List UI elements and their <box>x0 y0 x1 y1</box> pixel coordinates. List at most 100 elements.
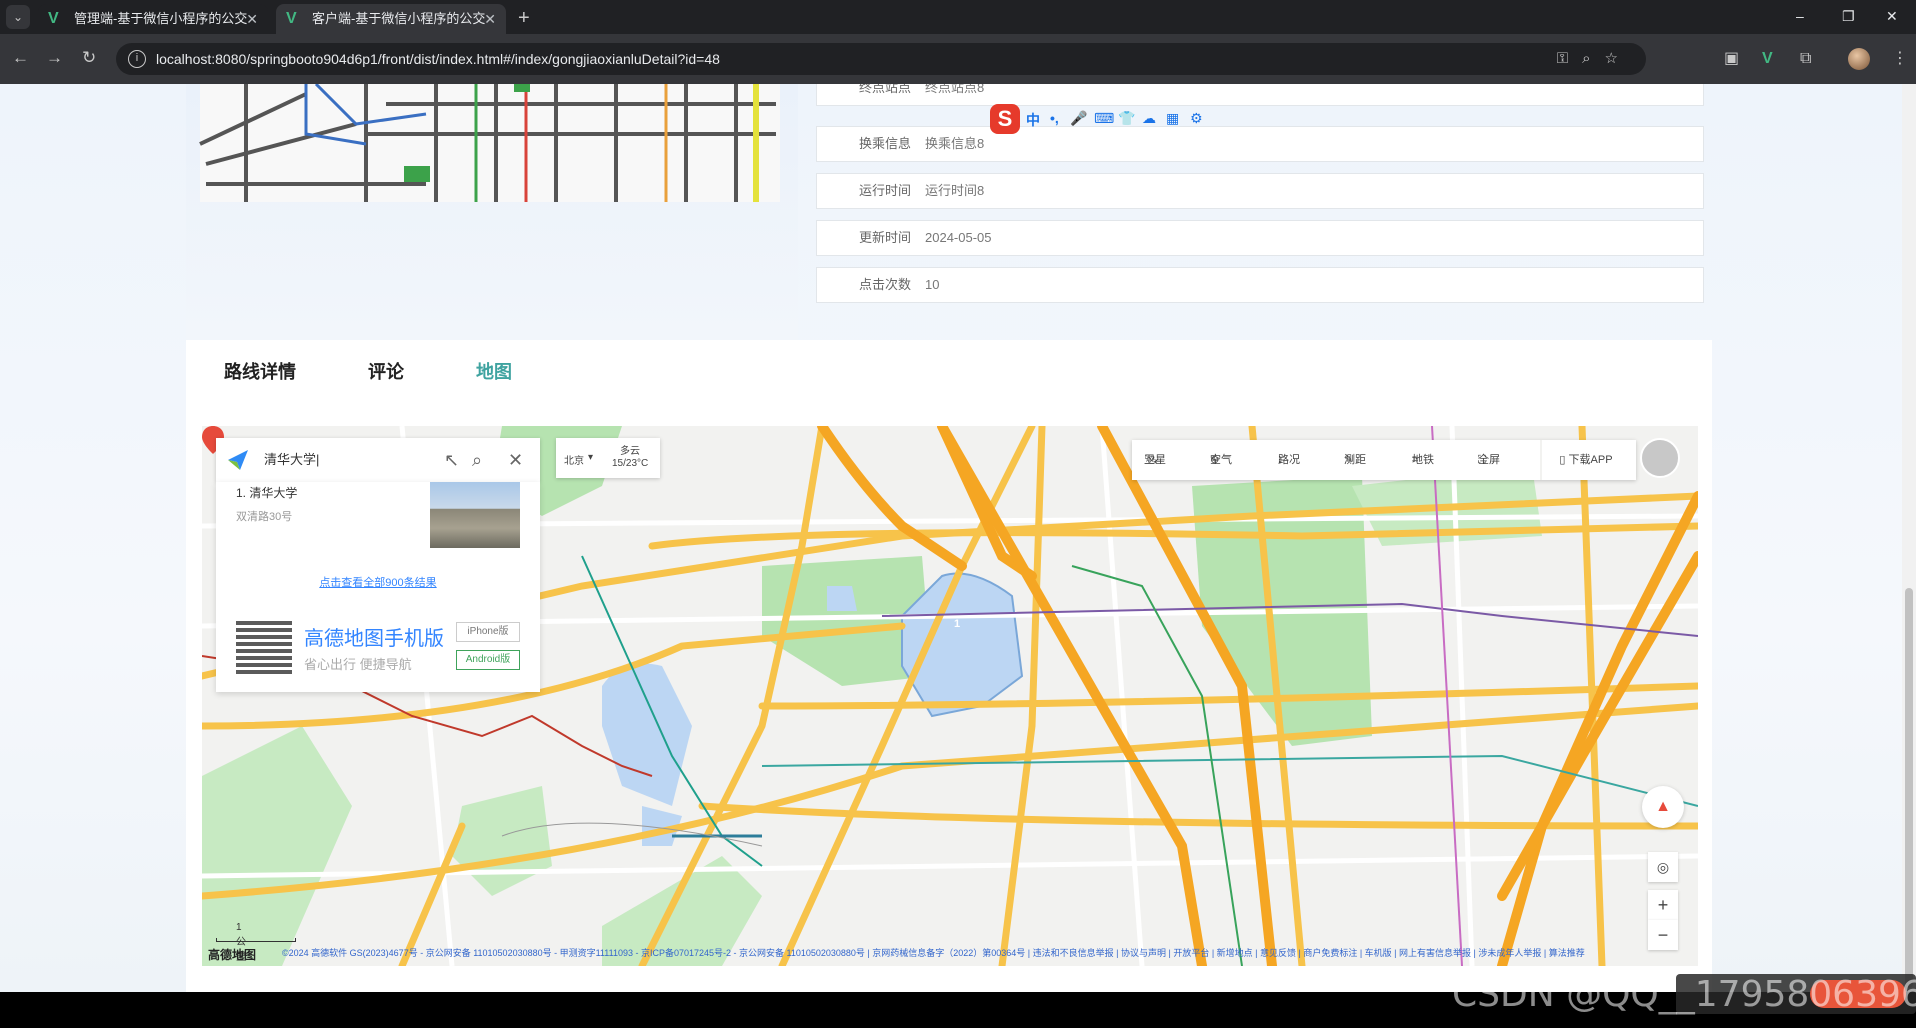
ime-settings-icon[interactable]: ⚙ <box>1190 110 1203 127</box>
phone-icon: ▯ <box>1559 454 1566 466</box>
puzzle-icon[interactable]: ⧉ <box>1800 46 1811 72</box>
tool-label: 全屏 <box>1478 454 1500 466</box>
field-label: 终点站点 <box>858 84 911 95</box>
vue-icon: V <box>48 10 59 27</box>
tabs-panel: 路线详情 评论 地图 1 清华大学| ↖ ⌕ ✕ 1. 清华大学 双清路30号 … <box>186 340 1712 992</box>
android-download-button[interactable]: Android版 <box>456 650 520 670</box>
cursor-icon: ↖ <box>444 450 460 470</box>
browser-tab-client[interactable]: V 客户端-基于微信小程序的公交 ✕ <box>276 4 506 34</box>
ime-skin-icon[interactable]: 👕 <box>1118 110 1135 127</box>
profile-avatar[interactable] <box>1848 48 1870 70</box>
browser-tab-admin[interactable]: V 管理端-基于微信小程序的公交 ✕ <box>38 4 268 34</box>
ime-keyboard-icon[interactable]: ⌨ <box>1094 110 1114 127</box>
info-row-runtime: 运行时间 运行时间8 <box>816 173 1704 209</box>
more-results-link[interactable]: 点击查看全部900条结果 <box>216 574 540 590</box>
info-row-terminal: 终点站点 终点站点8 <box>816 84 1704 106</box>
tool-label: 路况 <box>1278 454 1300 466</box>
sogou-logo-icon[interactable]: S <box>990 104 1020 134</box>
field-value: 终点站点8 <box>925 84 985 95</box>
forward-arrow-icon[interactable]: → <box>46 47 63 69</box>
page-viewport: 终点站点 终点站点8 换乘信息 换乘信息8 运行时间 运行时间8 更新时间 20… <box>0 84 1916 992</box>
weather-widget[interactable]: 北京 ▾ 多云 15/23°C <box>556 438 660 478</box>
back-arrow-icon[interactable]: ← <box>12 47 29 69</box>
marker-label: 1 <box>953 618 961 630</box>
amap-logo-icon <box>228 450 248 470</box>
user-avatar-icon[interactable] <box>1640 438 1680 478</box>
download-app-label: 下载APP <box>1568 454 1613 466</box>
info-row-transfer: 换乘信息 换乘信息8 <box>816 126 1704 162</box>
app-promo-slogan: 省心出行 便捷导航 <box>304 657 412 672</box>
zoom-icon[interactable]: ⌕ <box>1582 50 1604 67</box>
result-photo[interactable] <box>430 482 520 548</box>
tool-label: 地铁 <box>1412 454 1434 466</box>
tab-search-icon[interactable]: ⌄ <box>6 5 30 29</box>
weather-condition: 多云 <box>620 446 640 457</box>
compass-icon[interactable]: ▲ <box>1642 786 1684 828</box>
field-label: 运行时间 <box>858 183 911 198</box>
zoom-in-button[interactable]: + <box>1648 890 1678 920</box>
csdn-watermark: CSDN @QQ__1795806396 <box>1452 974 1916 1015</box>
vue-devtools-icon[interactable]: V <box>1762 46 1773 72</box>
map-search-box[interactable]: 清华大学| ↖ ⌕ ✕ <box>216 438 540 482</box>
amap-container[interactable]: 1 清华大学| ↖ ⌕ ✕ 1. 清华大学 双清路30号 点击查看全部900条结… <box>202 426 1698 966</box>
qr-code-icon <box>236 618 292 674</box>
search-icon[interactable]: ⌕ <box>472 438 482 482</box>
info-row-clicks: 点击次数 10 <box>816 267 1704 303</box>
new-tab-button[interactable]: + <box>518 4 530 32</box>
city-selector[interactable]: 北京 <box>564 452 584 467</box>
minimize-button[interactable]: – <box>1796 4 1804 28</box>
field-value: 10 <box>925 277 940 292</box>
ime-toolbar[interactable]: S 中 •, 🎤 ⌨ 👕 ☁ ▦ ⚙ <box>990 104 1220 134</box>
star-icon[interactable]: ☆ <box>1605 50 1632 67</box>
info-row-updated: 更新时间 2024-05-05 <box>816 220 1704 256</box>
extension-icon[interactable]: ▣ <box>1724 46 1739 72</box>
field-label: 点击次数 <box>858 277 911 292</box>
tool-label: 卫星 <box>1144 454 1166 466</box>
copyright-text[interactable]: ©2024 高德软件 GS(2023)4677号 - 京公网安备 1101050… <box>282 946 1585 959</box>
ime-cloud-icon[interactable]: ☁ <box>1142 110 1156 127</box>
close-icon[interactable]: ✕ <box>246 4 258 34</box>
key-icon[interactable]: ⚿ <box>1557 50 1582 67</box>
browser-tabbar: ⌄ V 管理端-基于微信小程序的公交 ✕ V 客户端-基于微信小程序的公交 ✕ … <box>0 0 1916 34</box>
locate-icon[interactable]: ◎ <box>1648 852 1678 882</box>
ime-grid-icon[interactable]: ▦ <box>1166 110 1179 127</box>
address-bar[interactable]: i localhost:8080/springbooto904d6p1/fron… <box>116 43 1646 75</box>
chevron-down-icon[interactable]: ▾ <box>588 452 593 463</box>
reload-icon[interactable]: ↻ <box>82 47 96 69</box>
download-app-button[interactable]: ▯ 下载APP <box>1542 440 1630 480</box>
vue-icon: V <box>286 10 297 27</box>
tool-label: 测距 <box>1344 454 1366 466</box>
tab-map[interactable]: 地图 <box>476 358 512 384</box>
detail-content: 终点站点 终点站点8 换乘信息 换乘信息8 运行时间 运行时间8 更新时间 20… <box>186 84 1712 992</box>
more-menu-icon[interactable]: ⋮ <box>1892 46 1908 72</box>
scrollbar-thumb[interactable] <box>1905 588 1913 988</box>
browser-toolbar: ← → ↻ i localhost:8080/springbooto904d6p… <box>0 34 1916 84</box>
tab-title: 客户端-基于微信小程序的公交 <box>312 11 486 26</box>
tab-title: 管理端-基于微信小程序的公交 <box>74 11 248 26</box>
ime-punct-icon[interactable]: •, <box>1050 110 1059 126</box>
amap-logo[interactable]: 高德地图 <box>208 946 256 963</box>
field-label: 更新时间 <box>858 230 911 245</box>
restore-button[interactable]: ❐ <box>1842 4 1855 28</box>
site-info-icon[interactable]: i <box>128 50 146 68</box>
route-map-image <box>199 84 780 202</box>
close-window-button[interactable]: ✕ <box>1886 4 1898 28</box>
ime-chinese-icon[interactable]: 中 <box>1026 110 1040 130</box>
tab-route-detail[interactable]: 路线详情 <box>224 358 296 384</box>
iphone-download-button[interactable]: iPhone版 <box>456 622 520 642</box>
field-value: 2024-05-05 <box>925 230 992 245</box>
route-image-panel <box>186 84 798 340</box>
ime-mic-icon[interactable]: 🎤 <box>1070 110 1087 127</box>
close-icon[interactable]: ✕ <box>484 4 496 34</box>
weather-temp: 15/23°C <box>612 458 649 469</box>
field-label: 换乘信息 <box>858 136 911 151</box>
result-address: 双清路30号 <box>236 511 293 523</box>
result-title[interactable]: 1. 清华大学 <box>236 484 297 501</box>
close-icon[interactable]: ✕ <box>508 438 523 482</box>
app-promo-title[interactable]: 高德地图手机版 <box>304 622 444 651</box>
url-text[interactable]: localhost:8080/springbooto904d6p1/front/… <box>156 43 720 75</box>
search-results-panel: 1. 清华大学 双清路30号 点击查看全部900条结果 高德地图手机版 省心出行… <box>216 482 540 692</box>
tab-comments[interactable]: 评论 <box>368 358 404 384</box>
map-search-input[interactable]: 清华大学| <box>264 438 319 482</box>
map-copyright: 高德地图 ©2024 高德软件 GS(2023)4677号 - 京公网安备 11… <box>202 942 1698 966</box>
